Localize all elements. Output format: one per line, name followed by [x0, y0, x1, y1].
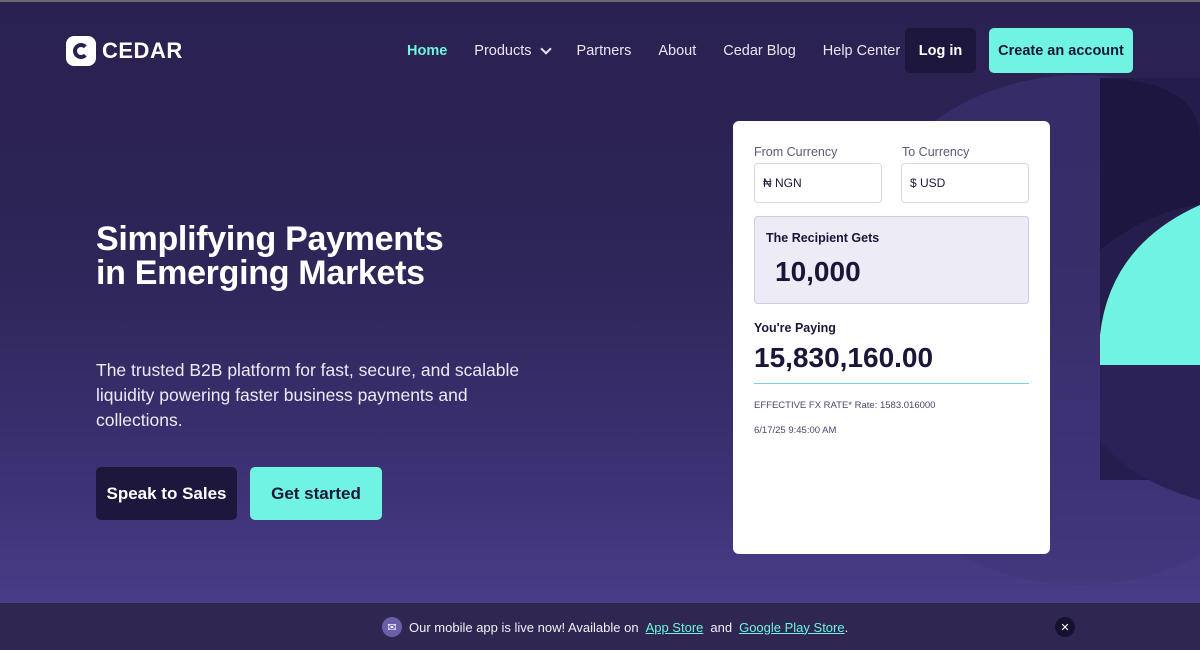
app-store-link[interactable]: App Store — [646, 620, 704, 635]
nav-item-products-label: Products — [474, 43, 532, 59]
brand-logo[interactable]: CEDAR — [66, 36, 183, 66]
speak-to-sales-button[interactable]: Speak to Sales — [96, 467, 237, 520]
nav-item-about[interactable]: About — [658, 43, 696, 59]
nav-item-blog[interactable]: Cedar Blog — [723, 43, 796, 59]
paying-amount: 15,830,160.00 — [754, 342, 934, 373]
get-started-button[interactable]: Get started — [250, 467, 382, 520]
login-button[interactable]: Log in — [905, 28, 976, 73]
hero-subtitle: The trusted B2B platform for fast, secur… — [96, 360, 520, 430]
cedar-logo-icon — [66, 36, 96, 66]
play-store-link[interactable]: Google Play Store — [739, 620, 845, 635]
recipient-label: The Recipient Gets — [766, 231, 880, 245]
hero-title: Simplifying Payments in Emerging Markets — [96, 220, 444, 292]
close-icon[interactable]: ✕ — [1055, 617, 1075, 637]
to-currency-select[interactable]: $ USD — [901, 163, 1029, 203]
announcement-banner: ✉ Our mobile app is live now! Available … — [0, 602, 1200, 650]
banner-content: ✉ Our mobile app is live now! Available … — [382, 617, 848, 637]
create-account-button[interactable]: Create an account — [989, 28, 1133, 73]
recipient-amount[interactable]: 10,000 — [775, 256, 861, 288]
top-border — [0, 0, 1200, 2]
to-currency-label: To Currency — [902, 145, 970, 159]
currency-converter-card: From Currency ₦ NGN To Currency $ USD Th… — [733, 121, 1050, 554]
from-currency-select[interactable]: ₦ NGN — [754, 163, 882, 203]
banner-and: and — [710, 619, 733, 635]
rate-timestamp: 6/17/25 9:45:00 AM — [754, 425, 837, 436]
banner-end: . — [844, 619, 849, 635]
nav-item-partners[interactable]: Partners — [577, 43, 632, 59]
nav-item-help-center[interactable]: Help Center — [823, 43, 900, 59]
chevron-down-icon — [539, 43, 552, 55]
banner-text: Our mobile app is live now! Available on — [409, 619, 639, 635]
brand-name: CEDAR — [102, 38, 183, 63]
nav-item-home[interactable]: Home — [407, 43, 447, 59]
paying-label: You're Paying — [754, 321, 836, 335]
fx-rate-text: EFFECTIVE FX RATE* Rate: 1583.016000 — [754, 400, 936, 411]
paying-underline — [754, 383, 1029, 384]
nav-item-products[interactable]: Products — [474, 43, 552, 59]
from-currency-label: From Currency — [754, 145, 838, 159]
recipient-amount-box[interactable]: The Recipient Gets 10,000 — [754, 216, 1029, 304]
main-nav: Home Products Partners About Cedar Blog … — [407, 41, 927, 61]
megaphone-icon: ✉ — [382, 617, 402, 637]
